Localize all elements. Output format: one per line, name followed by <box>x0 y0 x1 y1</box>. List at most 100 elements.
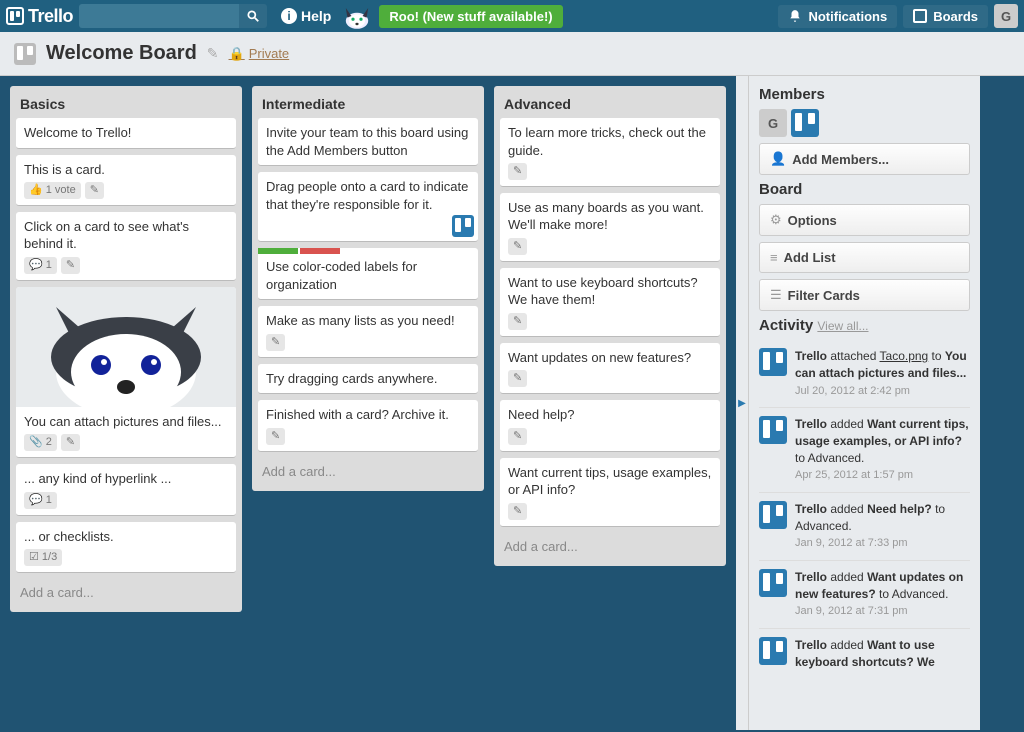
card-text: Click on a card to see what's behind it. <box>24 218 228 253</box>
card[interactable]: Want updates on new features? ✎ <box>500 343 720 394</box>
options-label: Options <box>788 213 837 228</box>
card-text: Invite your team to this board using the… <box>266 124 470 159</box>
roo-text: Roo! (New stuff available!) <box>389 9 552 24</box>
bell-icon <box>788 9 802 23</box>
card-badges: ☑ 1/3 <box>24 549 228 566</box>
card[interactable]: Want to use keyboard shortcuts? We have … <box>500 268 720 337</box>
mascot-icon <box>341 3 373 29</box>
logo[interactable]: Trello <box>6 6 73 27</box>
member-trello[interactable] <box>791 109 819 137</box>
card-text: You can attach pictures and files... <box>24 413 228 431</box>
filter-cards-button[interactable]: ☰Filter Cards <box>759 279 970 311</box>
options-button[interactable]: ⚙Options <box>759 204 970 236</box>
help-label: Help <box>301 8 331 24</box>
edit-icon[interactable]: ✎ <box>508 163 527 180</box>
add-card-link[interactable]: Add a card... <box>500 533 720 560</box>
add-card-link[interactable]: Add a card... <box>258 458 478 485</box>
sidebar-toggle[interactable]: ▶ <box>736 76 748 730</box>
card[interactable]: Want current tips, usage examples, or AP… <box>500 458 720 527</box>
edit-icon[interactable]: ✎ <box>61 434 80 451</box>
card-badges: 📎 2✎ <box>24 434 228 451</box>
lists-container: Basics Welcome to Trello! This is a card.👍… <box>0 76 736 730</box>
card[interactable]: Invite your team to this board using the… <box>258 118 478 166</box>
edit-icon[interactable]: ✎ <box>508 370 527 387</box>
boards-button[interactable]: Boards <box>903 5 988 28</box>
card-badges: 💬 1✎ <box>24 257 228 274</box>
add-members-button[interactable]: 👤Add Members... <box>759 143 970 175</box>
view-all-link[interactable]: View all... <box>817 319 868 333</box>
list-title[interactable]: Intermediate <box>258 92 478 118</box>
user-initial: G <box>1001 9 1011 24</box>
visibility-toggle[interactable]: 🔒 Private <box>229 46 290 62</box>
activity-feed: Trello attached Taco.png to You can atta… <box>759 340 970 678</box>
trello-icon <box>759 501 787 529</box>
card-badges: ✎ <box>508 313 712 330</box>
user-avatar[interactable]: G <box>994 4 1018 28</box>
card-text: Drag people onto a card to indicate that… <box>266 178 470 213</box>
activity-time: Apr 25, 2012 at 1:57 pm <box>795 468 970 483</box>
card-text: Want updates on new features? <box>508 349 712 367</box>
activity-text: Trello added Want to use keyboard shortc… <box>795 637 970 671</box>
card[interactable]: ... any kind of hyperlink ...💬 1 <box>16 464 236 515</box>
edit-icon[interactable]: ✎ <box>85 182 104 199</box>
card-text: Want current tips, usage examples, or AP… <box>508 464 712 499</box>
search-button[interactable] <box>239 4 267 28</box>
help-link[interactable]: i Help <box>281 8 331 24</box>
list-title[interactable]: Basics <box>16 92 236 118</box>
trello-icon <box>759 416 787 444</box>
list-title[interactable]: Advanced <box>500 92 720 118</box>
person-icon: 👤 <box>770 151 786 167</box>
list: AdvancedTo learn more tricks, check out … <box>494 86 726 566</box>
card[interactable]: Use color-coded labels for organization <box>258 248 478 300</box>
card[interactable]: Click on a card to see what's behind it.… <box>16 212 236 281</box>
card[interactable]: Finished with a card? Archive it.✎ <box>258 400 478 451</box>
edit-icon[interactable]: ✎ <box>266 428 285 445</box>
member-avatar[interactable]: G <box>759 109 787 137</box>
boards-label: Boards <box>933 9 978 24</box>
trello-logo-icon <box>6 7 24 25</box>
board-section-heading: Board <box>759 181 970 198</box>
edit-icon[interactable]: ✎ <box>61 257 80 274</box>
search-input[interactable] <box>79 4 239 28</box>
card[interactable]: Make as many lists as you need!✎ <box>258 306 478 357</box>
comment-badge: 💬 1 <box>24 492 57 509</box>
list-icon: ≡ <box>770 250 778 265</box>
activity-text: Trello added Want updates on new feature… <box>795 569 970 620</box>
board-title: Welcome Board <box>46 42 197 65</box>
edit-icon[interactable]: ✎ <box>508 503 527 520</box>
card-badges: ✎ <box>508 428 712 445</box>
activity-heading: Activity View all... <box>759 317 970 334</box>
sidebar: Members G 👤Add Members... Board ⚙Options… <box>748 76 980 730</box>
card[interactable]: ... or checklists.☑ 1/3 <box>16 522 236 573</box>
edit-title-icon[interactable]: ✎ <box>207 45 219 62</box>
card-badges: ✎ <box>508 370 712 387</box>
card-image <box>16 287 236 407</box>
card-badges: ✎ <box>508 238 712 255</box>
activity-item: Trello added Want updates on new feature… <box>759 560 970 628</box>
label-strip <box>258 248 478 254</box>
card-badges: ✎ <box>266 334 470 351</box>
card[interactable]: Welcome to Trello! <box>16 118 236 149</box>
card-badges: ✎ <box>508 163 712 180</box>
activity-time: Jan 9, 2012 at 7:31 pm <box>795 604 970 619</box>
card[interactable]: This is a card.👍 1 vote✎ <box>16 155 236 206</box>
add-list-button[interactable]: ≡Add List <box>759 242 970 273</box>
card[interactable]: To learn more tricks, check out the guid… <box>500 118 720 187</box>
edit-icon[interactable]: ✎ <box>508 313 527 330</box>
card-text: Welcome to Trello! <box>24 124 228 142</box>
card-member-icon[interactable] <box>452 215 474 237</box>
comment-badge: 💬 1 <box>24 257 57 274</box>
add-card-link[interactable]: Add a card... <box>16 579 236 606</box>
roo-banner[interactable]: Roo! (New stuff available!) <box>379 5 562 28</box>
card[interactable]: Try dragging cards anywhere. <box>258 364 478 395</box>
notifications-button[interactable]: Notifications <box>778 5 897 28</box>
edit-icon[interactable]: ✎ <box>266 334 285 351</box>
card[interactable]: Need help?✎ <box>500 400 720 451</box>
attachment-badge: 📎 2 <box>24 434 57 451</box>
card[interactable]: Use as many boards as you want. We'll ma… <box>500 193 720 262</box>
card[interactable]: Drag people onto a card to indicate that… <box>258 172 478 242</box>
lock-icon: 🔒 <box>229 46 245 62</box>
edit-icon[interactable]: ✎ <box>508 238 527 255</box>
card[interactable]: You can attach pictures and files... 📎 2✎ <box>16 287 236 458</box>
edit-icon[interactable]: ✎ <box>508 428 527 445</box>
